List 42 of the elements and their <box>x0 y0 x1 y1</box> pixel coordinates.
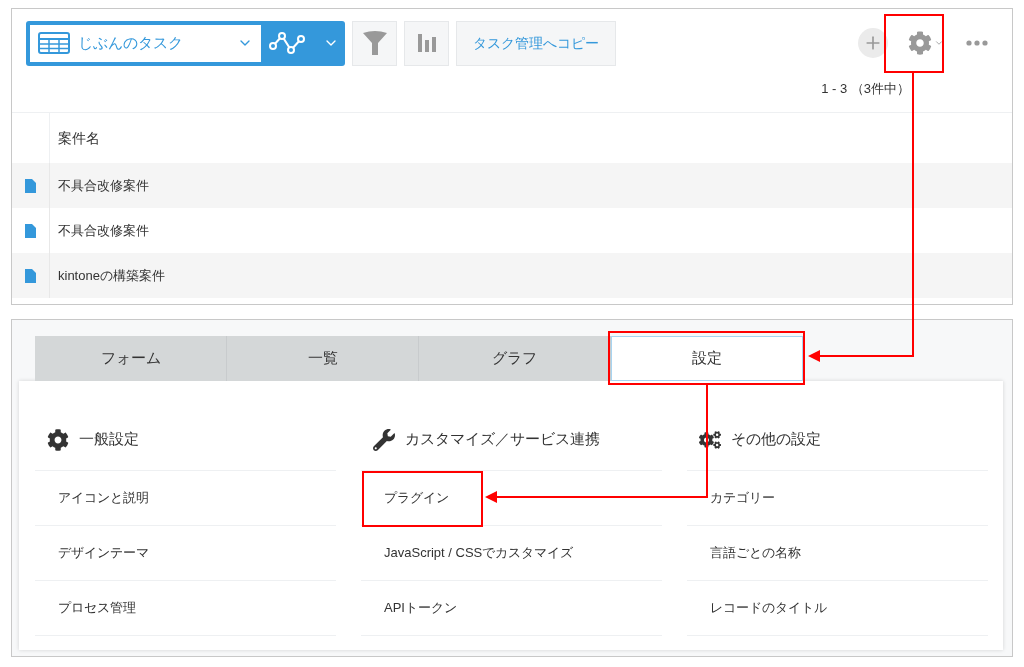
bar-chart-icon <box>417 34 436 52</box>
document-icon <box>25 178 36 193</box>
wrench-icon <box>373 428 395 451</box>
settings-tab[interactable]: フォーム <box>35 336 227 381</box>
table-cell-text: kintoneの構築案件 <box>57 266 165 285</box>
settings-link[interactable]: JavaScript / CSSでカスタマイズ <box>384 543 574 563</box>
line-graph-icon <box>269 32 307 54</box>
table-row[interactable]: 不具合改修案件 <box>12 163 1012 208</box>
more-button[interactable] <box>966 40 988 46</box>
settings-link[interactable]: APIトークン <box>384 598 457 618</box>
gear-icon <box>47 428 69 451</box>
document-icon <box>25 268 36 283</box>
column-header: 案件名 <box>57 128 100 148</box>
settings-link[interactable]: アイコンと説明 <box>58 488 149 508</box>
settings-tab[interactable]: 一覧 <box>227 336 419 381</box>
document-icon <box>25 223 36 238</box>
more-icon <box>966 40 988 46</box>
settings-link[interactable]: レコードのタイトル <box>710 598 827 618</box>
chart-button[interactable] <box>404 20 449 66</box>
settings-link[interactable]: プロセス管理 <box>58 598 136 618</box>
settings-tab[interactable]: 設定 <box>611 336 803 381</box>
table-cell-text: 不具合改修案件 <box>57 176 149 195</box>
add-button[interactable] <box>858 28 888 58</box>
section-title: その他の設定 <box>731 429 821 450</box>
section-title: 一般設定 <box>79 429 139 450</box>
settings-link[interactable]: カテゴリー <box>710 488 775 508</box>
settings-tab[interactable]: グラフ <box>419 336 611 381</box>
pagination-text: 1 - 3 （3件中） <box>821 80 910 99</box>
filter-button[interactable] <box>352 20 397 66</box>
table-icon <box>38 32 70 54</box>
section-title: カスタマイズ／サービス連携 <box>405 429 600 450</box>
settings-link[interactable]: デザインテーマ <box>58 543 149 563</box>
table-cell-text: 不具合改修案件 <box>57 221 149 240</box>
settings-icon <box>908 31 932 55</box>
settings-link[interactable]: 言語ごとの名称 <box>710 543 801 563</box>
settings-button[interactable] <box>908 31 944 55</box>
table-row[interactable]: kintoneの構築案件 <box>12 253 1012 298</box>
settings-link[interactable]: プラグイン <box>384 488 449 508</box>
filter-icon <box>361 30 388 56</box>
gears-icon <box>699 428 721 451</box>
highlight-frame <box>884 14 944 73</box>
chevron-down-icon <box>934 38 944 48</box>
